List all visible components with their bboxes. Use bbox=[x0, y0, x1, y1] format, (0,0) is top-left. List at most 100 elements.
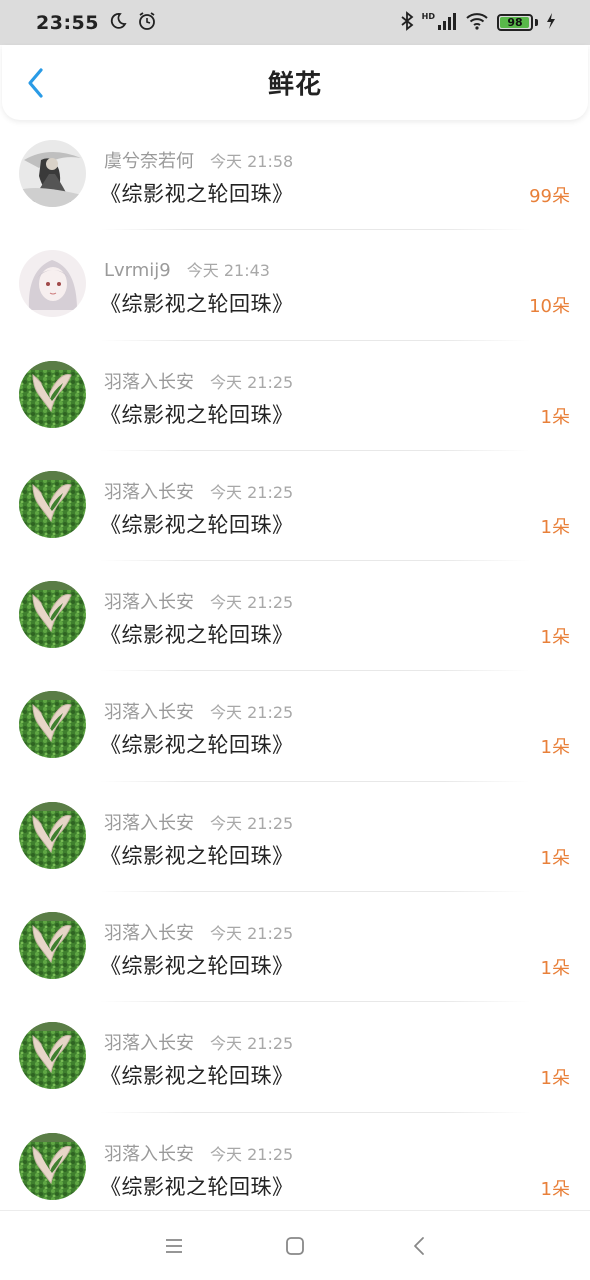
list-item[interactable]: 羽落入长安 今天 21:25 《综影视之轮回珠》 1朵 bbox=[0, 1113, 590, 1223]
timestamp: 今天 21:25 bbox=[210, 1034, 294, 1054]
flower-count: 1朵 bbox=[540, 406, 570, 428]
timestamp: 今天 21:25 bbox=[210, 703, 294, 723]
grass-heart-avatar-image bbox=[19, 360, 86, 428]
list-item[interactable]: 羽落入长安 今天 21:25 《综影视之轮回珠》 1朵 bbox=[0, 1002, 590, 1113]
list-item[interactable]: 羽落入长安 今天 21:25 《综影视之轮回珠》 1朵 bbox=[0, 341, 590, 451]
flower-count: 1朵 bbox=[540, 627, 570, 649]
avatar[interactable] bbox=[19, 250, 86, 318]
user-name[interactable]: 羽落入长安 bbox=[104, 1140, 194, 1166]
flower-count: 10朵 bbox=[529, 296, 570, 318]
avatar[interactable] bbox=[19, 801, 86, 869]
wifi-icon bbox=[465, 12, 489, 34]
row-meta: 羽落入长安 今天 21:25 bbox=[104, 698, 293, 724]
list-item[interactable]: 羽落入长安 今天 21:25 《综影视之轮回珠》 1朵 bbox=[0, 892, 590, 1003]
alarm-icon bbox=[137, 11, 157, 35]
battery-icon: 98 bbox=[497, 14, 533, 31]
book-title[interactable]: 《综影视之轮回珠》 bbox=[100, 950, 294, 980]
book-title[interactable]: 《综影视之轮回珠》 bbox=[100, 840, 294, 870]
book-title[interactable]: 《综影视之轮回珠》 bbox=[100, 399, 294, 429]
user-name[interactable]: 羽落入长安 bbox=[104, 478, 194, 504]
ink-figure-avatar-image bbox=[19, 140, 86, 207]
hd-label: HD bbox=[421, 12, 435, 21]
battery-tip bbox=[535, 19, 538, 26]
flower-count: 1朵 bbox=[540, 1068, 570, 1090]
home-icon bbox=[286, 1237, 304, 1255]
list-item[interactable]: 羽落入长安 今天 21:25 《综影视之轮回珠》 1朵 bbox=[0, 782, 590, 893]
flower-count: 1朵 bbox=[540, 516, 570, 538]
row-meta: Lvrmij9 今天 21:43 bbox=[104, 257, 270, 281]
system-nav-bar bbox=[0, 1210, 590, 1280]
user-name[interactable]: 虞兮奈若何 bbox=[104, 147, 194, 173]
book-title[interactable]: 《综影视之轮回珠》 bbox=[100, 509, 294, 539]
row-meta: 羽落入长安 今天 21:25 bbox=[104, 919, 293, 945]
book-title[interactable]: 《综影视之轮回珠》 bbox=[100, 729, 294, 759]
list-item[interactable]: 羽落入长安 今天 21:25 《综影视之轮回珠》 1朵 bbox=[0, 451, 590, 562]
avatar[interactable] bbox=[19, 470, 86, 538]
flower-count: 1朵 bbox=[540, 1178, 570, 1200]
status-bar: 23:55 HD 98 bbox=[0, 0, 590, 45]
anime-girl-avatar-image bbox=[19, 250, 86, 318]
avatar[interactable] bbox=[19, 140, 86, 207]
grass-heart-avatar-image bbox=[19, 1022, 86, 1090]
row-meta: 羽落入长安 今天 21:25 bbox=[104, 478, 293, 504]
menu-button[interactable] bbox=[161, 1233, 187, 1259]
book-title[interactable]: 《综影视之轮回珠》 bbox=[100, 288, 294, 318]
timestamp: 今天 21:25 bbox=[210, 593, 294, 613]
book-title[interactable]: 《综影视之轮回珠》 bbox=[100, 178, 294, 208]
user-name[interactable]: 羽落入长安 bbox=[104, 368, 194, 394]
grass-heart-avatar-image bbox=[19, 581, 86, 649]
timestamp: 今天 21:25 bbox=[210, 813, 294, 833]
avatar[interactable] bbox=[19, 691, 86, 759]
user-name[interactable]: 羽落入长安 bbox=[104, 919, 194, 945]
charging-icon bbox=[546, 12, 556, 33]
timestamp: 今天 21:25 bbox=[210, 1144, 294, 1164]
book-title[interactable]: 《综影视之轮回珠》 bbox=[100, 1060, 294, 1090]
flower-count: 1朵 bbox=[540, 847, 570, 869]
timestamp: 今天 21:43 bbox=[186, 261, 270, 281]
avatar[interactable] bbox=[19, 360, 86, 428]
list-item[interactable]: 羽落入长安 今天 21:25 《综影视之轮回珠》 1朵 bbox=[0, 561, 590, 672]
timestamp: 今天 21:25 bbox=[210, 924, 294, 944]
menu-icon bbox=[166, 1239, 182, 1253]
timestamp: 今天 21:58 bbox=[210, 152, 294, 171]
flower-count: 99朵 bbox=[529, 186, 570, 207]
book-title[interactable]: 《综影视之轮回珠》 bbox=[100, 619, 294, 649]
user-name[interactable]: 羽落入长安 bbox=[104, 588, 194, 614]
flower-count: 1朵 bbox=[540, 958, 570, 980]
avatar[interactable] bbox=[19, 1022, 86, 1090]
flower-count: 1朵 bbox=[540, 737, 570, 759]
grass-heart-avatar-image bbox=[19, 691, 86, 759]
list-item[interactable]: Lvrmij9 今天 21:43 《综影视之轮回珠》 10朵 bbox=[0, 230, 590, 341]
battery-level-text: 98 bbox=[507, 16, 523, 29]
grass-heart-avatar-image bbox=[19, 801, 86, 869]
nav-back-icon bbox=[414, 1237, 424, 1255]
timestamp: 今天 21:25 bbox=[210, 372, 294, 392]
row-meta: 羽落入长安 今天 21:25 bbox=[104, 809, 293, 835]
avatar[interactable] bbox=[19, 581, 86, 649]
row-meta: 羽落入长安 今天 21:25 bbox=[104, 1140, 293, 1166]
row-meta: 羽落入长安 今天 21:25 bbox=[104, 588, 293, 614]
moon-icon bbox=[109, 12, 127, 34]
row-meta: 羽落入长安 今天 21:25 bbox=[104, 368, 293, 394]
user-name[interactable]: 羽落入长安 bbox=[104, 1029, 194, 1055]
grass-heart-avatar-image bbox=[19, 470, 86, 538]
list-item[interactable]: 虞兮奈若何 今天 21:58 《综影视之轮回珠》 99朵 bbox=[0, 120, 590, 231]
user-name[interactable]: 羽落入长安 bbox=[104, 809, 194, 835]
status-time: 23:55 bbox=[36, 11, 99, 34]
avatar[interactable] bbox=[19, 1132, 86, 1200]
user-name[interactable]: Lvrmij9 bbox=[104, 260, 171, 281]
book-title[interactable]: 《综影视之轮回珠》 bbox=[100, 1171, 294, 1201]
list-item[interactable]: 羽落入长安 今天 21:25 《综影视之轮回珠》 1朵 bbox=[0, 671, 590, 782]
user-name[interactable]: 羽落入长安 bbox=[104, 698, 194, 724]
flower-list: 虞兮奈若何 今天 21:58 《综影视之轮回珠》 99朵 Lvrmij9 今天 21:43… bbox=[0, 120, 590, 1223]
avatar[interactable] bbox=[19, 912, 86, 980]
grass-heart-avatar-image bbox=[19, 1132, 86, 1200]
header: 鲜花 bbox=[2, 45, 588, 120]
row-meta: 羽落入长安 今天 21:25 bbox=[104, 1029, 293, 1055]
page-title: 鲜花 bbox=[267, 70, 322, 100]
home-button[interactable] bbox=[282, 1233, 308, 1259]
back-arrow-icon bbox=[28, 68, 43, 98]
row-meta: 虞兮奈若何 今天 21:58 bbox=[104, 147, 293, 173]
back-button[interactable] bbox=[20, 67, 52, 99]
nav-back-button[interactable] bbox=[406, 1233, 432, 1259]
